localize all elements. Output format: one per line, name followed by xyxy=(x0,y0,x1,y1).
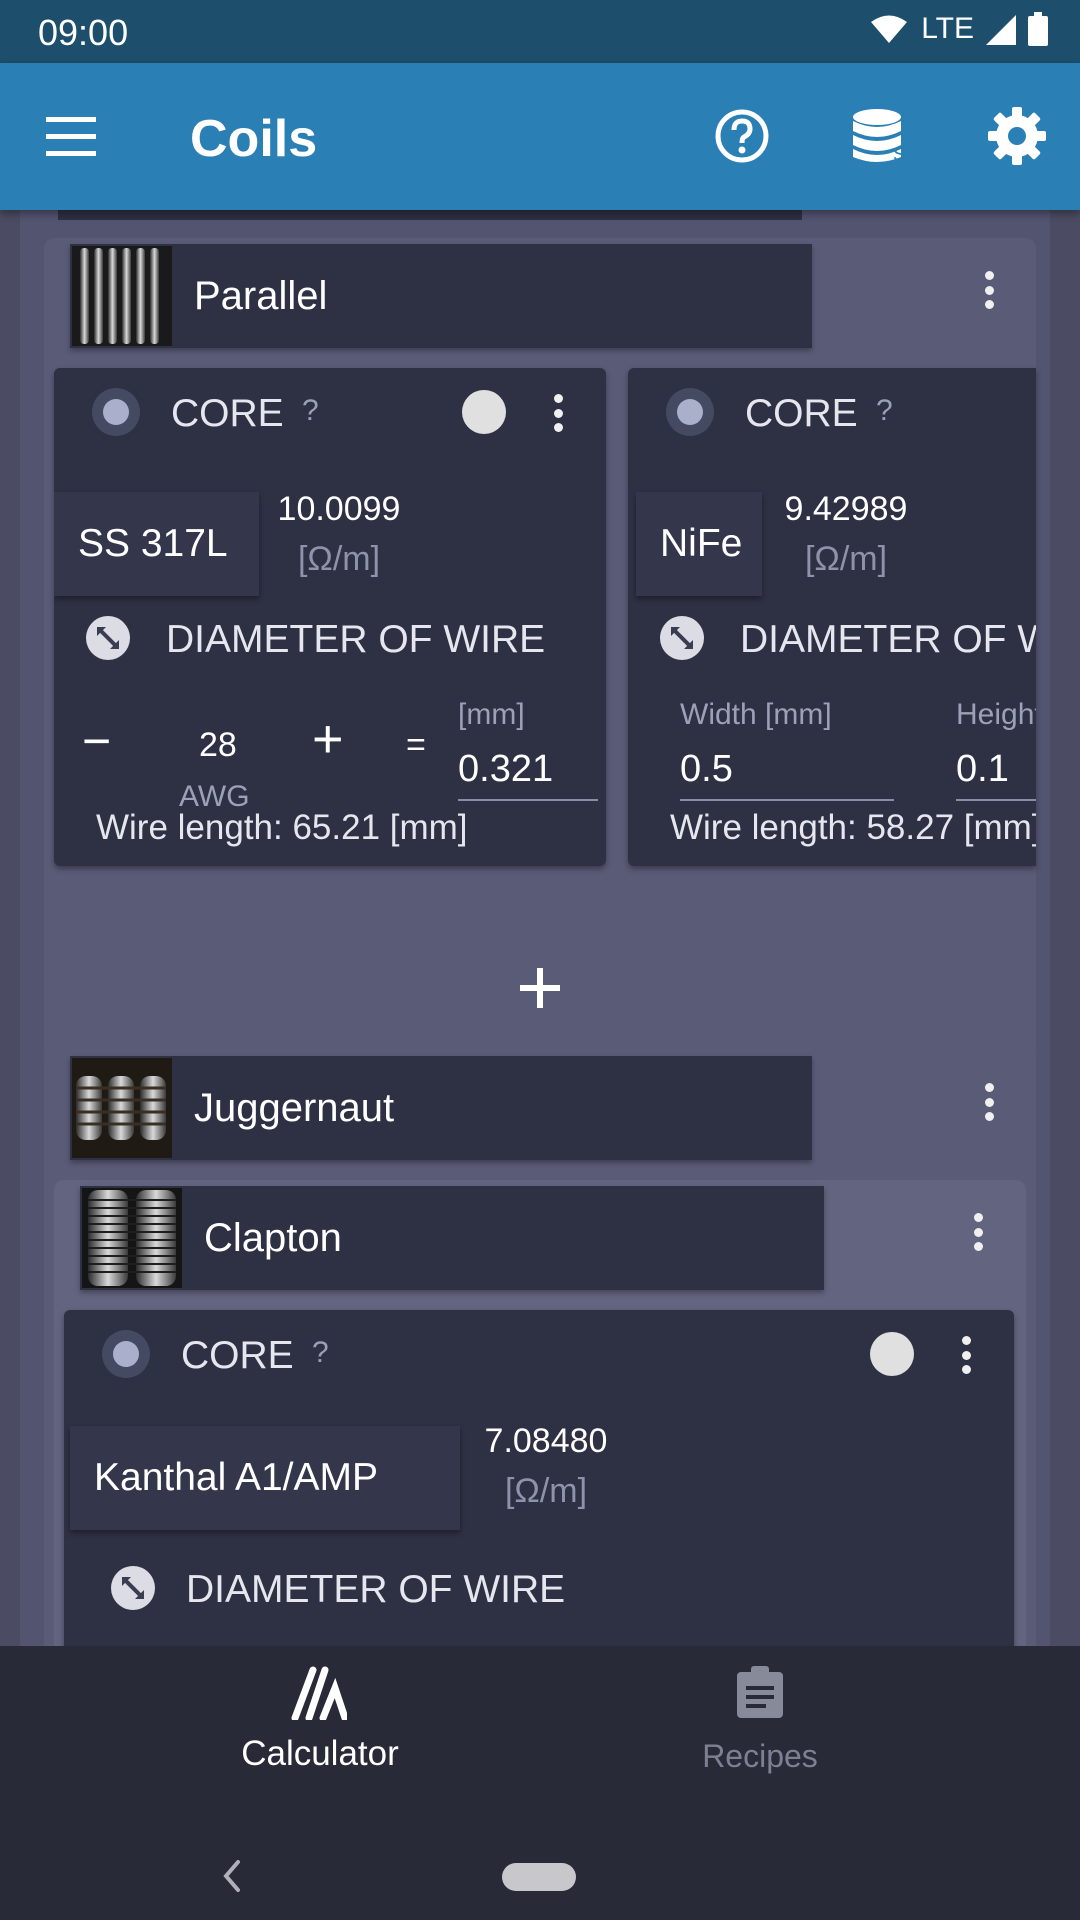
juggernaut-coil-thumbnail xyxy=(72,1058,172,1158)
wire-help-icon[interactable]: ? xyxy=(876,394,893,428)
material-selector[interactable]: Kanthal A1/AMP xyxy=(70,1426,460,1530)
core-radio[interactable] xyxy=(92,388,140,436)
back-icon[interactable] xyxy=(218,1858,248,1894)
battery-icon xyxy=(1028,12,1048,46)
wire-card-core-2: CORE ? NiFe 9.42989 [Ω/m] DIAMETER OF WI… xyxy=(628,368,1036,866)
calculator-tab-icon xyxy=(291,1666,347,1720)
add-wire-button[interactable] xyxy=(510,958,570,1018)
previous-card-edge xyxy=(58,210,802,220)
resistance-value: 9.42989 xyxy=(784,490,908,528)
resistance-unit: [Ω/m] xyxy=(504,1472,588,1510)
wire-length: Wire length: 65.21 [mm] xyxy=(96,808,468,847)
diameter-mm-input[interactable]: 0.321 xyxy=(458,748,598,801)
coil-more-icon[interactable] xyxy=(979,265,999,315)
increase-awg-button[interactable]: + xyxy=(312,708,344,770)
wire-type-label: CORE xyxy=(171,392,284,435)
coil-name: Juggernaut xyxy=(194,1085,395,1130)
diameter-icon xyxy=(86,616,130,660)
wire-color-dot[interactable] xyxy=(462,390,506,434)
wifi-icon xyxy=(871,15,908,43)
wire-more-icon[interactable] xyxy=(548,388,568,438)
resistance-value: 7.08480 xyxy=(484,1422,608,1460)
recipes-tab-icon xyxy=(737,1666,783,1718)
system-nav-bar xyxy=(0,1800,1080,1920)
svg-text:S: S xyxy=(893,144,906,166)
sub-coil-more-icon[interactable] xyxy=(968,1207,988,1257)
decrease-awg-button[interactable]: − xyxy=(82,712,111,770)
database-icon[interactable]: S xyxy=(849,105,911,167)
coil-list[interactable]: Parallel CORE ? SS 317L 10.0099 [Ω/m] DI… xyxy=(0,210,1080,1646)
parallel-coil-thumbnail xyxy=(72,246,172,346)
network-type: LTE xyxy=(921,12,974,45)
bottom-navigation: Calculator Recipes xyxy=(0,1646,1080,1800)
wire-help-icon[interactable]: ? xyxy=(302,394,319,428)
wire-type-label: CORE xyxy=(181,1334,294,1377)
diameter-icon xyxy=(660,616,704,660)
signal-icon xyxy=(986,15,1016,45)
awg-value: 28 xyxy=(199,726,237,764)
diameter-icon xyxy=(111,1566,155,1610)
material-selector[interactable]: SS 317L xyxy=(54,492,259,596)
settings-icon[interactable] xyxy=(986,105,1048,167)
wire-color-dot[interactable] xyxy=(870,1332,914,1376)
wire-length: Wire length: 58.27 [mm] xyxy=(670,808,1036,847)
help-icon[interactable] xyxy=(711,105,773,167)
menu-icon[interactable] xyxy=(44,115,100,159)
diameter-label: DIAMETER OF WIRE xyxy=(186,1568,566,1611)
resistance-value: 10.0099 xyxy=(277,490,401,528)
wire-more-icon[interactable] xyxy=(956,1330,976,1380)
core-radio[interactable] xyxy=(666,388,714,436)
height-label: Height [mm] xyxy=(956,698,1036,731)
resistance-unit: [Ω/m] xyxy=(297,540,381,578)
width-label: Width [mm] xyxy=(680,698,832,731)
coil-name-bar[interactable]: Juggernaut xyxy=(70,1056,812,1160)
coil-name-bar[interactable]: Parallel xyxy=(70,244,812,348)
clapton-coil-thumbnail xyxy=(82,1188,182,1288)
wire-card-core-1: CORE ? SS 317L 10.0099 [Ω/m] DIAMETER OF… xyxy=(54,368,606,866)
diameter-label: DIAMETER OF WIRE xyxy=(166,618,546,661)
mm-label: [mm] xyxy=(458,698,525,731)
wire-type-label: CORE xyxy=(745,392,858,435)
wire-card-core-3: CORE ? Kanthal A1/AMP 7.08480 [Ω/m] DIAM… xyxy=(64,1310,1014,1646)
sub-coil-name: Clapton xyxy=(204,1215,342,1260)
core-radio[interactable] xyxy=(102,1330,150,1378)
coil-name: Parallel xyxy=(194,273,328,318)
status-time: 09:00 xyxy=(38,12,129,53)
coil-more-icon[interactable] xyxy=(979,1077,999,1127)
diameter-label: DIAMETER OF WIRE xyxy=(740,618,1036,661)
height-mm-input[interactable]: 0.1 xyxy=(956,748,1036,801)
app-toolbar: Coils S xyxy=(0,63,1080,210)
resistance-unit: [Ω/m] xyxy=(804,540,888,578)
width-mm-input[interactable]: 0.5 xyxy=(680,748,894,801)
nav-recipes[interactable]: Recipes xyxy=(490,1646,1030,1800)
status-bar: 09:00 LTE xyxy=(0,0,1080,63)
home-pill[interactable] xyxy=(502,1863,576,1891)
sub-coil-name-bar[interactable]: Clapton xyxy=(80,1186,824,1290)
equals-sign: = xyxy=(406,726,426,764)
material-selector[interactable]: NiFe xyxy=(636,492,762,596)
wire-help-icon[interactable]: ? xyxy=(312,1336,329,1370)
nav-recipes-label: Recipes xyxy=(702,1738,818,1774)
page-title: Coils xyxy=(190,110,318,168)
